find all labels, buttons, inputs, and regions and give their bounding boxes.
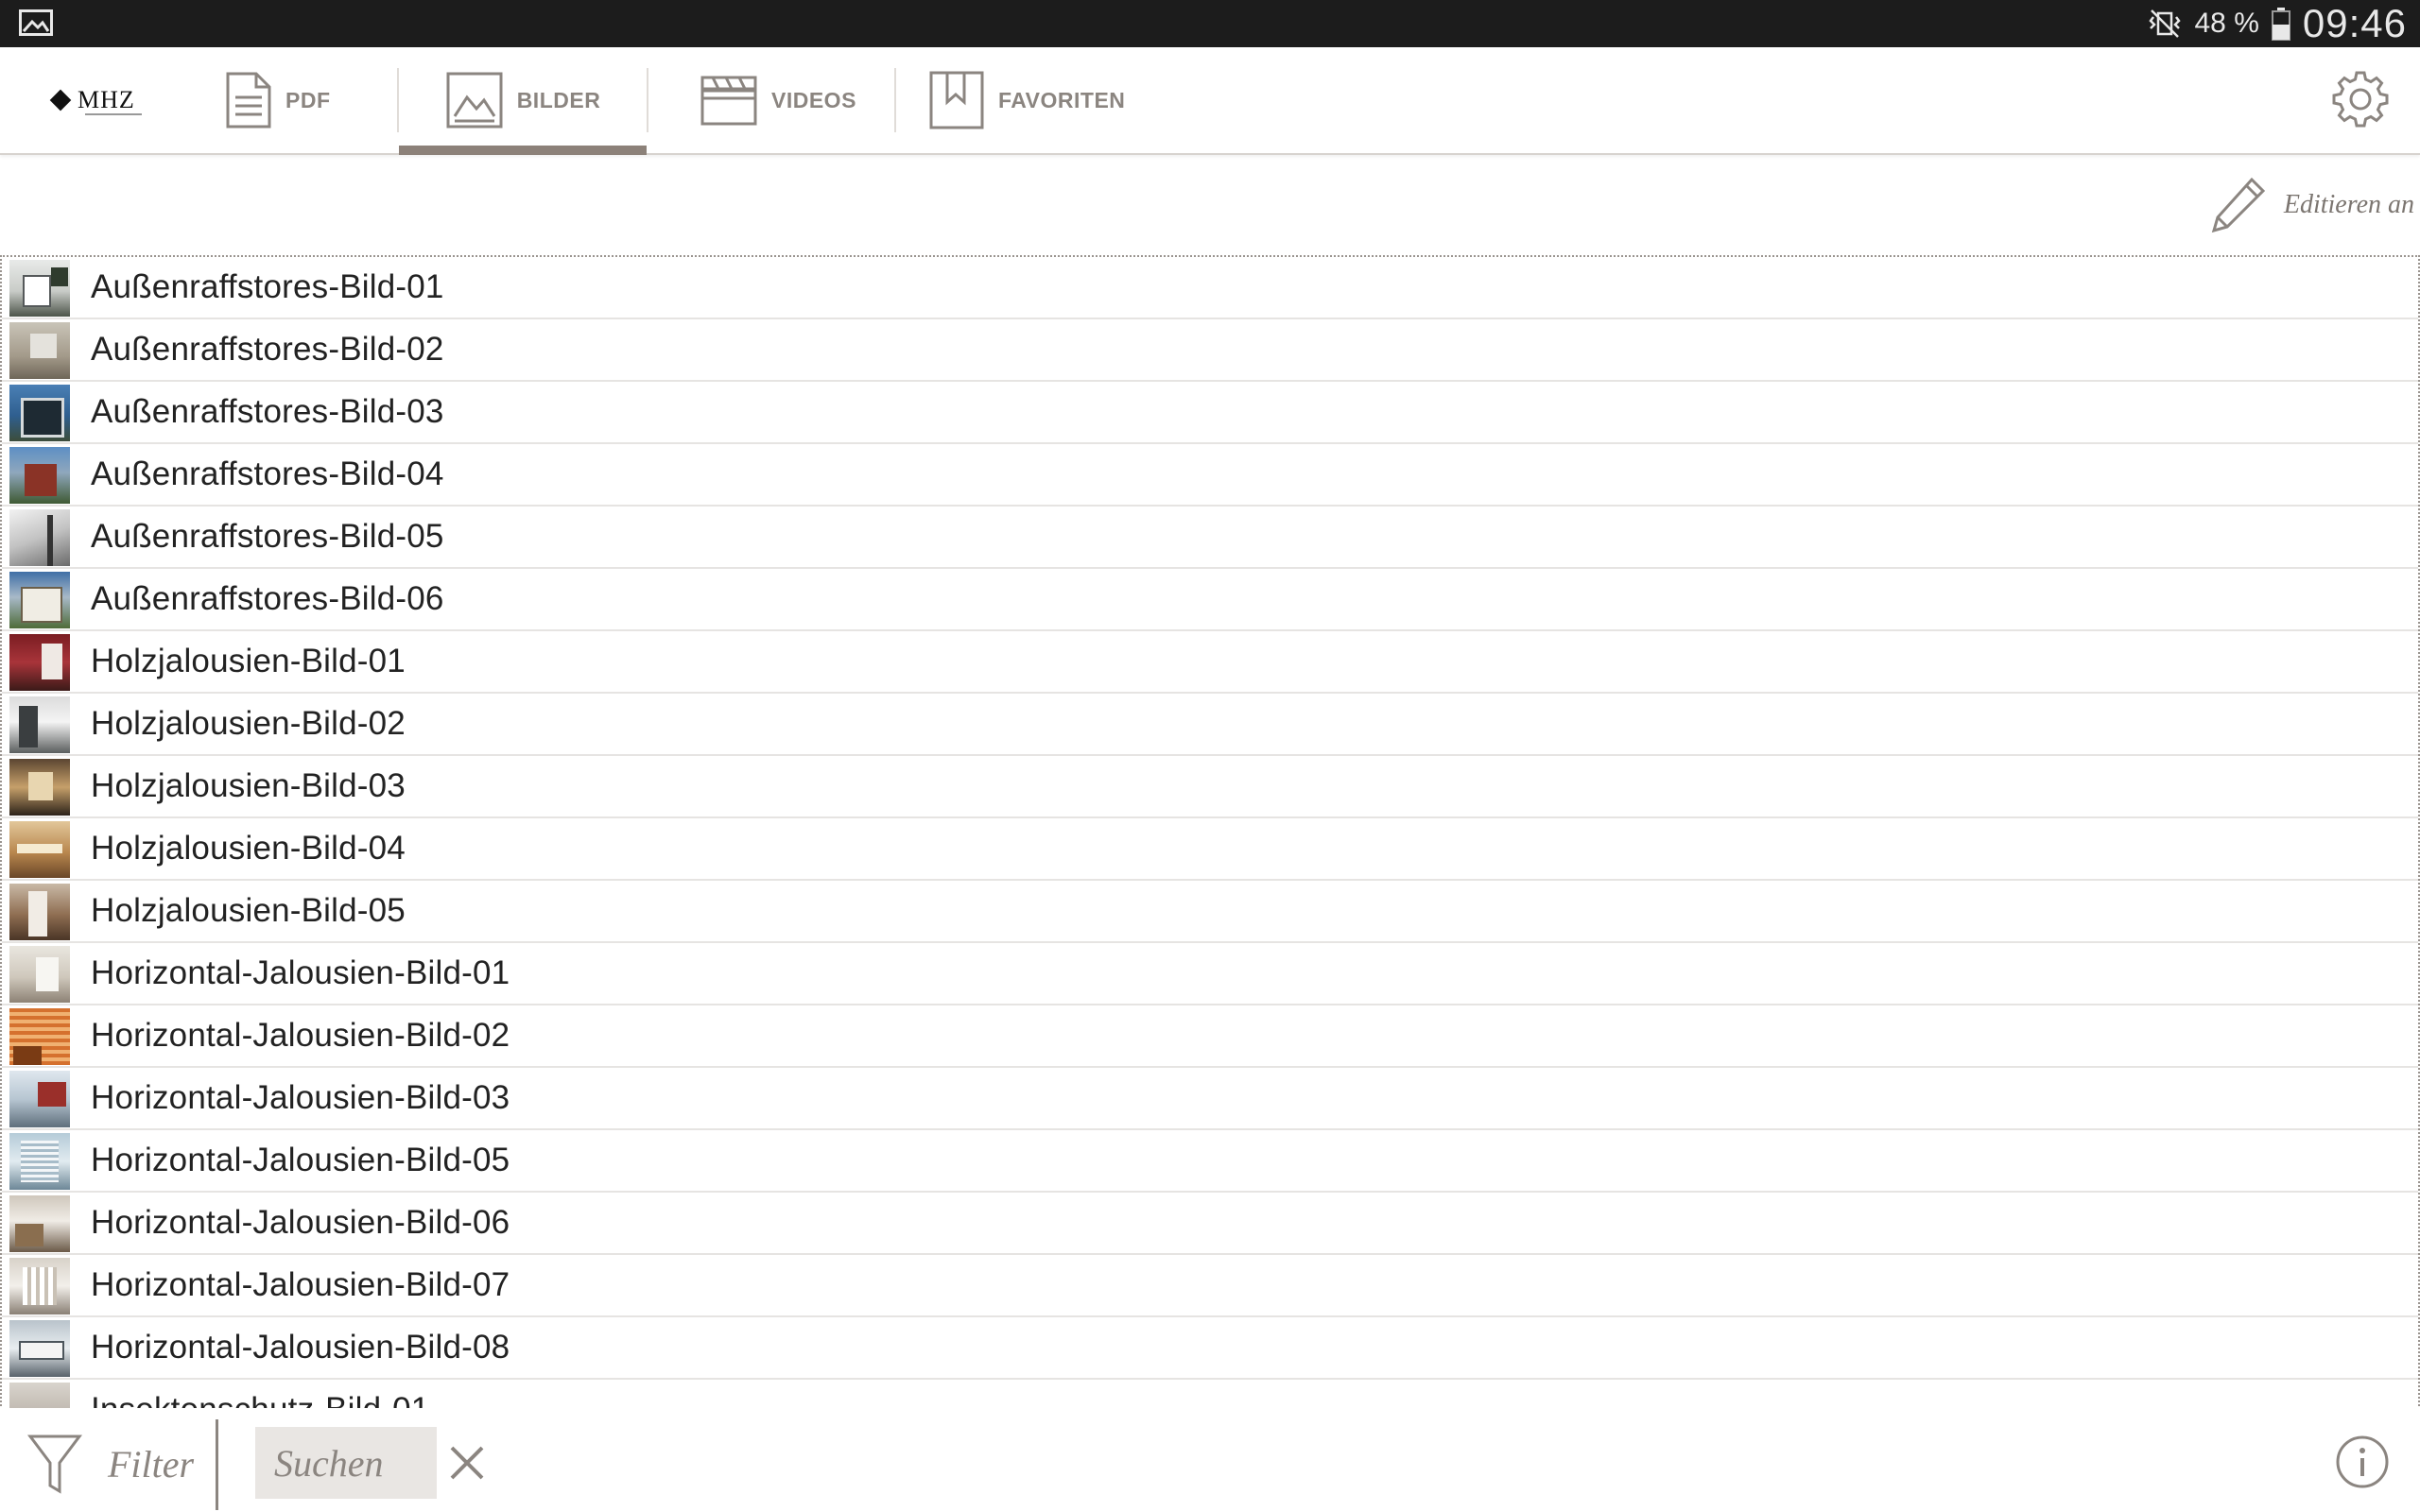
nav-divider (647, 68, 648, 132)
item-name: Horizontal-Jalousien-Bild-07 (91, 1266, 510, 1303)
item-name: Holzjalousien-Bild-01 (91, 643, 406, 679)
thumbnail (9, 884, 70, 940)
mhz-logo: MHZ (49, 81, 142, 119)
item-name: Horizontal-Jalousien-Bild-02 (91, 1017, 510, 1054)
list-item[interactable]: Außenraffstores-Bild-02 (2, 319, 2418, 382)
item-name: Horizontal-Jalousien-Bild-03 (91, 1079, 510, 1116)
edit-toggle[interactable]: Editieren an (2206, 172, 2414, 238)
tab-bilder[interactable]: BILDER (399, 47, 647, 155)
list-item[interactable]: Horizontal-Jalousien-Bild-05 (2, 1130, 2418, 1193)
tab-videos-label: VIDEOS (771, 87, 856, 112)
thumbnail (9, 509, 70, 566)
tab-favoriten-label: FAVORITEN (998, 87, 1126, 112)
tab-pdf-label: PDF (285, 87, 331, 112)
thumbnail (9, 1320, 70, 1377)
list-item[interactable]: Horizontal-Jalousien-Bild-01 (2, 943, 2418, 1005)
document-icon (226, 72, 271, 129)
item-name: Horizontal-Jalousien-Bild-08 (91, 1329, 510, 1366)
list-item[interactable]: Holzjalousien-Bild-03 (2, 756, 2418, 818)
list-item[interactable]: Insektenschutz-Bild-01 (2, 1380, 2418, 1410)
item-name: Holzjalousien-Bild-02 (91, 705, 406, 742)
thumbnail (9, 1071, 70, 1127)
filter-label: Filter (108, 1442, 195, 1486)
gear-icon[interactable] (2329, 68, 2392, 130)
list-item[interactable]: Holzjalousien-Bild-05 (2, 881, 2418, 943)
pencil-icon (2211, 177, 2265, 233)
clapperboard-icon (700, 76, 757, 126)
item-name: Außenraffstores-Bild-02 (91, 331, 444, 368)
thumbnail (9, 759, 70, 816)
item-name: Außenraffstores-Bild-06 (91, 580, 444, 617)
vibrate-mute-icon (2148, 9, 2181, 38)
logo-tagline-line (85, 113, 142, 115)
filter-funnel-icon (27, 1435, 82, 1494)
thumbnail (9, 946, 70, 1003)
list-item[interactable]: Horizontal-Jalousien-Bild-02 (2, 1005, 2418, 1068)
tab-videos[interactable]: VIDEOS (700, 47, 856, 153)
thumbnail (9, 634, 70, 691)
item-name: Insektenschutz-Bild-01 (91, 1391, 430, 1410)
thumbnail (9, 260, 70, 317)
image-list[interactable]: Außenraffstores-Bild-01 Außenraffstores-… (0, 255, 2420, 1410)
list-item[interactable]: Außenraffstores-Bild-06 (2, 569, 2418, 631)
thumbnail (9, 1008, 70, 1065)
item-name: Holzjalousien-Bild-04 (91, 830, 406, 867)
item-name: Horizontal-Jalousien-Bild-06 (91, 1204, 510, 1241)
thumbnail (9, 385, 70, 441)
thumbnail (9, 572, 70, 628)
thumbnail (9, 322, 70, 379)
item-name: Horizontal-Jalousien-Bild-05 (91, 1142, 510, 1178)
bottom-divider (216, 1419, 218, 1510)
bookmark-icon (929, 71, 984, 129)
logo-diamond (49, 89, 72, 112)
list-item[interactable]: Außenraffstores-Bild-03 (2, 382, 2418, 444)
bottom-bar: Filter (0, 1408, 2420, 1512)
tab-bilder-label: BILDER (516, 87, 601, 112)
list-item[interactable]: Außenraffstores-Bild-05 (2, 507, 2418, 569)
list-item[interactable]: Holzjalousien-Bild-02 (2, 694, 2418, 756)
item-name: Horizontal-Jalousien-Bild-01 (91, 954, 510, 991)
search-input[interactable] (272, 1439, 437, 1486)
info-icon[interactable] (2335, 1435, 2390, 1489)
thumbnail (9, 1258, 70, 1314)
thumbnail (9, 447, 70, 504)
nav-bar: MHZ PDF BILDER VIDEOS FAVORITEN (0, 47, 2420, 155)
tab-pdf[interactable]: PDF (225, 47, 331, 153)
tab-favoriten[interactable]: FAVORITEN (928, 47, 1125, 153)
thumbnail (9, 1133, 70, 1190)
item-name: Holzjalousien-Bild-05 (91, 892, 406, 929)
thumbnail (9, 696, 70, 753)
list-item[interactable]: Horizontal-Jalousien-Bild-08 (2, 1317, 2418, 1380)
battery-icon (2271, 8, 2290, 41)
list-item[interactable]: Außenraffstores-Bild-04 (2, 444, 2418, 507)
thumbnail (9, 1195, 70, 1252)
list-item[interactable]: Holzjalousien-Bild-04 (2, 818, 2418, 881)
filter-button[interactable]: Filter (26, 1433, 194, 1495)
item-name: Außenraffstores-Bild-05 (91, 518, 444, 555)
battery-percent: 48 % (2194, 8, 2259, 39)
clock: 09:46 (2302, 1, 2407, 45)
search-box[interactable] (255, 1427, 437, 1499)
list-item[interactable]: Horizontal-Jalousien-Bild-03 (2, 1068, 2418, 1130)
nav-divider (894, 68, 896, 132)
image-icon (446, 72, 503, 129)
thumbnail (9, 1383, 70, 1408)
list-item[interactable]: Außenraffstores-Bild-01 (2, 257, 2418, 319)
item-name: Holzjalousien-Bild-03 (91, 767, 406, 804)
gallery-icon (19, 9, 53, 36)
logo-text: MHZ (78, 86, 135, 113)
status-bar: 48 % 09:46 (0, 0, 2420, 47)
item-name: Außenraffstores-Bild-03 (91, 393, 444, 430)
item-name: Außenraffstores-Bild-01 (91, 268, 444, 305)
thumbnail (9, 821, 70, 878)
list-item[interactable]: Holzjalousien-Bild-01 (2, 631, 2418, 694)
item-name: Außenraffstores-Bild-04 (91, 455, 444, 492)
list-item[interactable]: Horizontal-Jalousien-Bild-06 (2, 1193, 2418, 1255)
edit-label: Editieren an (2283, 190, 2414, 219)
clear-x-icon[interactable] (446, 1442, 488, 1484)
list-item[interactable]: Horizontal-Jalousien-Bild-07 (2, 1255, 2418, 1317)
